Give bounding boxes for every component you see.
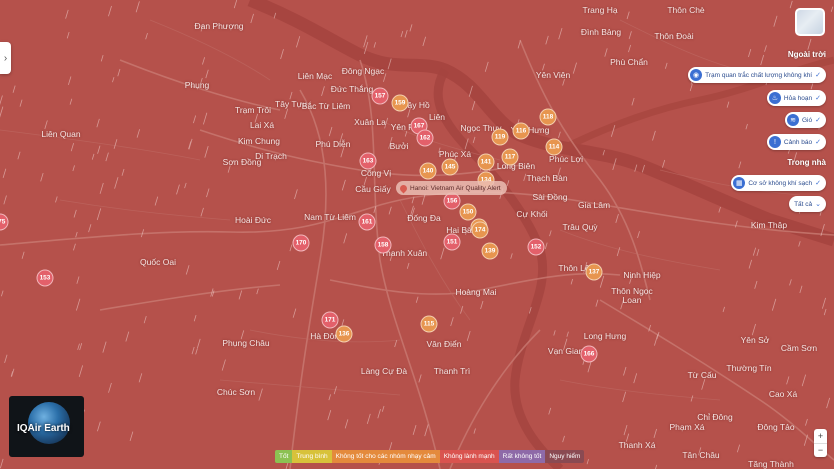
legend-item: Tốt xyxy=(275,450,293,463)
major-roads xyxy=(0,39,834,469)
aqi-marker[interactable]: 174 xyxy=(471,221,489,239)
aqi-marker[interactable]: 117 xyxy=(501,148,519,166)
aqi-marker[interactable]: 171 xyxy=(321,311,339,329)
pill-label: Trạm quan trắc chất lượng không khí xyxy=(705,71,813,79)
aqi-marker[interactable]: 153 xyxy=(36,269,54,287)
aqi-marker[interactable]: 152 xyxy=(527,238,545,256)
chevron-down-icon: ⌄ xyxy=(815,201,821,208)
aqi-marker[interactable]: 136 xyxy=(335,325,353,343)
pill-label: Cảnh báo xyxy=(783,138,813,146)
map-pin-icon xyxy=(398,183,409,193)
zoom-in-button[interactable]: + xyxy=(814,429,827,444)
toggle-wind[interactable]: ≋ Gió ✓ xyxy=(785,112,826,128)
expand-panel-button[interactable]: › xyxy=(0,42,11,74)
aqi-marker[interactable]: 141 xyxy=(477,153,495,171)
aqi-marker[interactable]: 151 xyxy=(443,233,461,251)
aqi-marker[interactable]: 156 xyxy=(443,192,461,210)
toggle-alerts[interactable]: ! Cảnh báo ✓ xyxy=(766,134,826,150)
chevron-right-icon: › xyxy=(3,52,8,64)
zoom-controls: + − xyxy=(814,429,827,457)
legend-item: Không lành mạnh xyxy=(439,450,499,463)
toggle-monitor-stations[interactable]: ◉ Trạm quan trắc chất lượng không khí ✓ xyxy=(688,67,826,83)
legend-item: Rất không tốt xyxy=(498,450,546,463)
building-icon: ▦ xyxy=(733,177,746,189)
aqi-marker[interactable]: 170 xyxy=(292,234,310,252)
check-icon: ✓ xyxy=(815,72,821,79)
outdoor-section-title: Ngoài trời xyxy=(787,50,826,59)
fire-icon: ♨ xyxy=(768,92,781,104)
indoor-filter-select[interactable]: Tất cả ⌄ xyxy=(789,196,826,212)
legend-item: Trung bình xyxy=(292,450,332,463)
aqi-marker[interactable]: 150 xyxy=(459,203,477,221)
cluster-alert-text: Hanoi: Vietnam Air Quality Alert xyxy=(410,184,501,192)
toggle-clean-air-facilities[interactable]: ▦ Cơ sở không khí sạch ✓ xyxy=(731,175,826,191)
wind-icon: ≋ xyxy=(787,114,799,126)
pill-label: Cơ sở không khí sạch xyxy=(748,179,813,187)
aqi-marker[interactable]: 163 xyxy=(359,152,377,170)
check-icon: ✓ xyxy=(815,95,821,102)
indoor-section-title: Trong nhà xyxy=(787,158,826,167)
aqi-marker[interactable]: 166 xyxy=(580,345,598,363)
aqi-marker[interactable]: 114 xyxy=(545,138,563,156)
aqi-marker[interactable]: 162 xyxy=(416,129,434,147)
aqi-marker[interactable]: 158 xyxy=(374,236,392,254)
check-icon: ✓ xyxy=(815,139,821,146)
indoor-filter-value: Tất cả xyxy=(794,200,813,208)
aqi-marker[interactable]: 115 xyxy=(420,315,438,333)
pill-label: Gió xyxy=(802,116,813,124)
monitor-station-icon: ◉ xyxy=(690,69,703,81)
aqi-marker[interactable]: 145 xyxy=(441,158,459,176)
aqi-legend: Tốt Trung bình Không tốt cho các nhóm nhạy… xyxy=(275,450,585,463)
zoom-out-button[interactable]: − xyxy=(814,444,827,458)
check-icon: ✓ xyxy=(815,180,821,187)
aqi-marker[interactable]: 159 xyxy=(391,94,409,112)
cluster-alert-label[interactable]: Hanoi: Vietnam Air Quality Alert xyxy=(396,181,507,195)
aqi-marker[interactable]: 116 xyxy=(512,122,530,140)
aqi-marker[interactable]: 157 xyxy=(371,87,389,105)
pill-label: Hỏa hoạn xyxy=(783,94,813,102)
alert-icon: ! xyxy=(768,136,781,148)
aqi-marker[interactable]: 139 xyxy=(481,242,499,260)
logo-text: IQAir Earth xyxy=(17,423,70,434)
iqair-earth-logo[interactable]: IQAir Earth xyxy=(9,396,84,457)
map-view[interactable]: Trang Hạ Thôn Chè Đan Phượng Đình Bảng Thôn … xyxy=(0,0,834,469)
minor-roads xyxy=(0,19,801,401)
check-icon: ✓ xyxy=(815,117,821,124)
aqi-marker[interactable]: 161 xyxy=(358,213,376,231)
aqi-marker[interactable]: 140 xyxy=(419,162,437,180)
legend-item: Nguy hiểm xyxy=(545,450,585,463)
toggle-fire[interactable]: ♨ Hỏa hoạn ✓ xyxy=(766,90,826,106)
map-layer-toggle[interactable] xyxy=(795,8,825,36)
aqi-marker[interactable]: 137 xyxy=(585,263,603,281)
legend-item: Không tốt cho các nhóm nhạy cảm xyxy=(331,450,440,463)
aqi-marker[interactable]: 119 xyxy=(491,128,509,146)
aqi-marker[interactable]: 118 xyxy=(539,108,557,126)
